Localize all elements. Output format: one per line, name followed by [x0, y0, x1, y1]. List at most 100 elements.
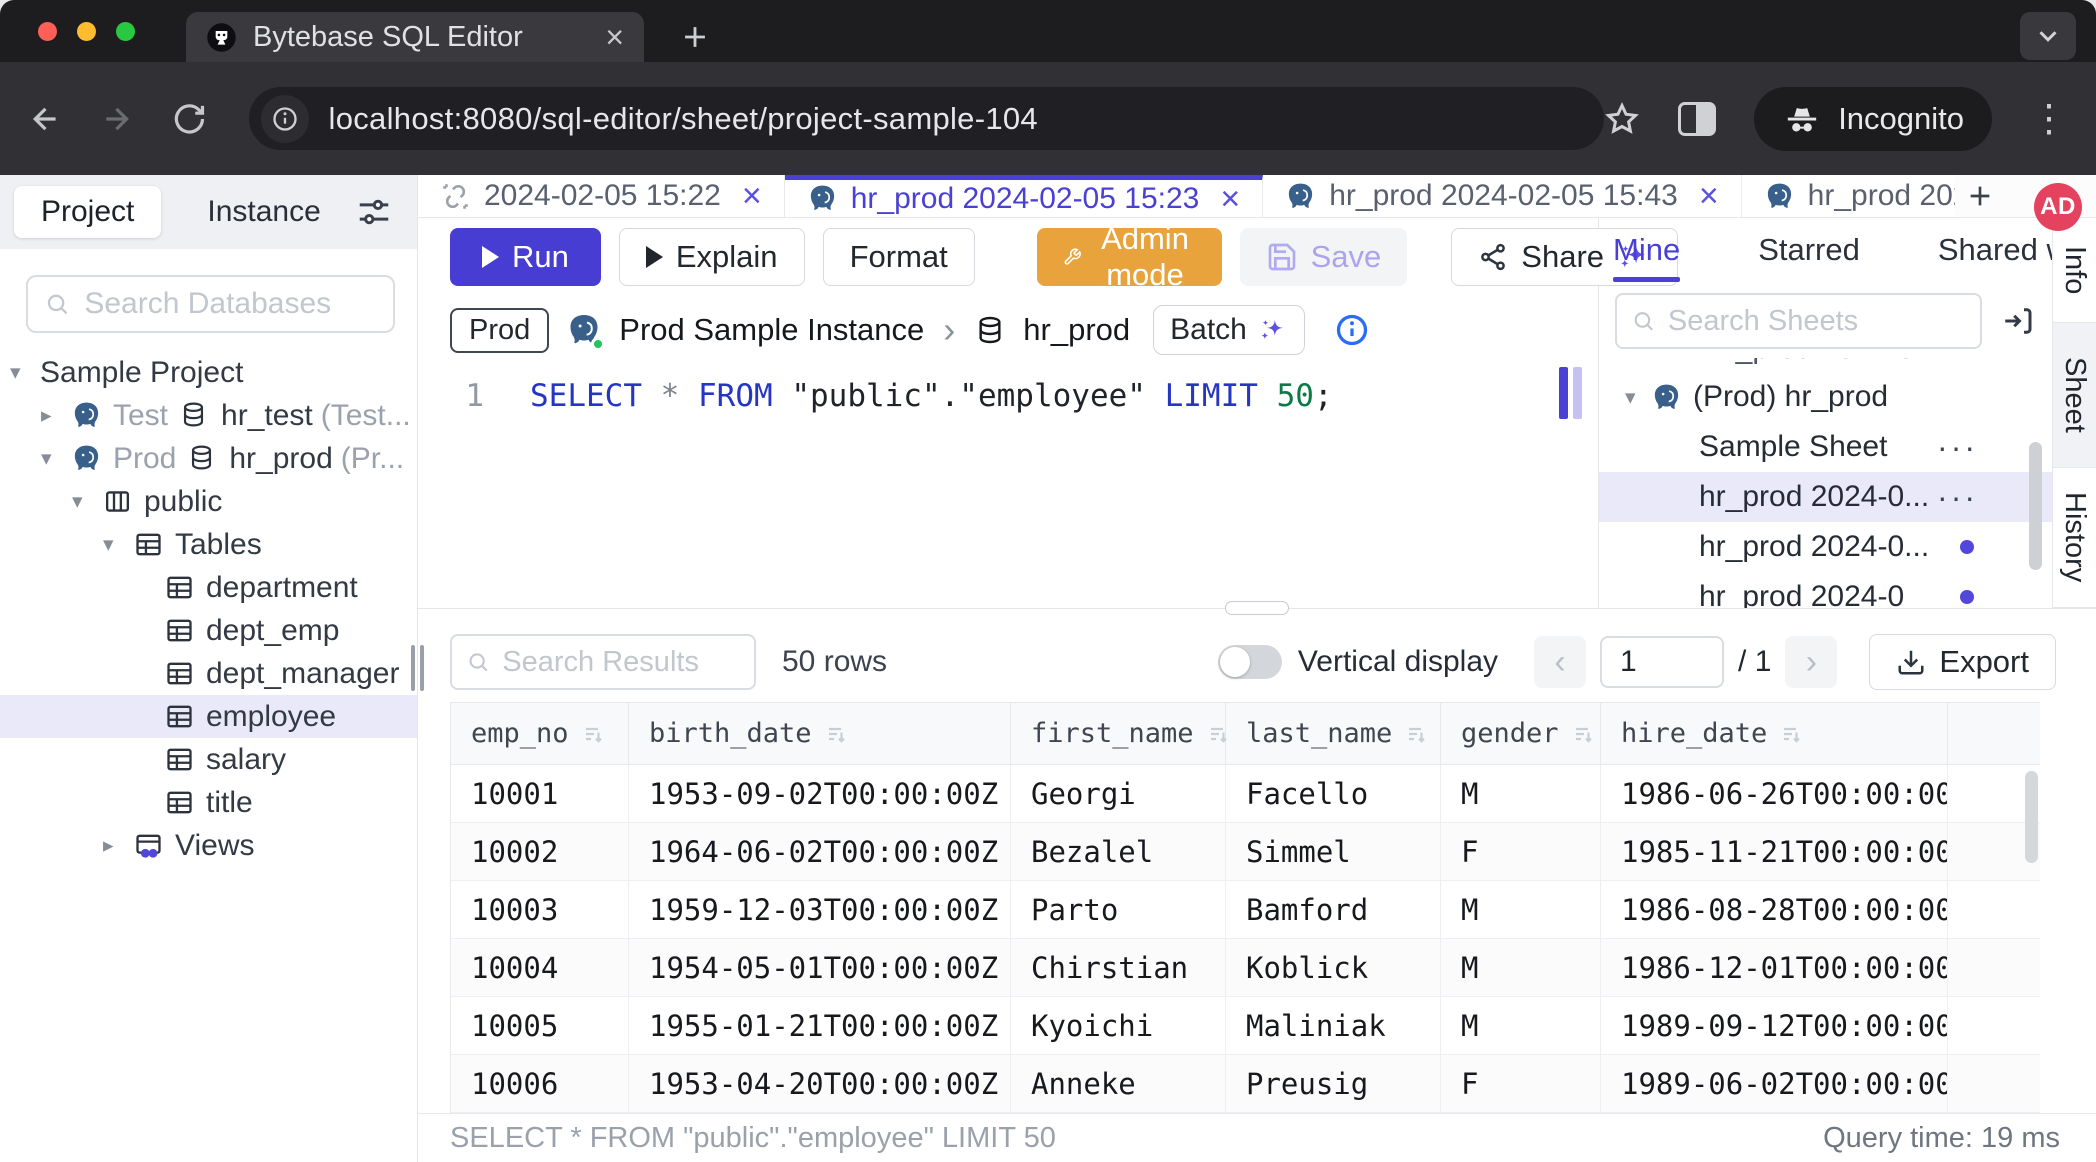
format-button[interactable]: Format [823, 228, 975, 286]
tree-item-department[interactable]: department [0, 566, 417, 609]
caret-down-icon[interactable]: ▾ [1625, 385, 1651, 410]
column-header-first_name[interactable]: first_name [1011, 703, 1226, 764]
cell-emp_no[interactable]: 10001 [451, 765, 629, 822]
sort-icon[interactable] [824, 722, 848, 746]
forward-icon[interactable] [99, 101, 134, 137]
caret-right-icon[interactable]: ▸ [41, 403, 71, 428]
cell-gender[interactable]: F [1441, 1055, 1601, 1112]
close-tab-icon[interactable]: × [1220, 182, 1240, 216]
cell-first_name[interactable]: Kyoichi [1011, 997, 1226, 1054]
cell-emp_no[interactable]: 10004 [451, 939, 629, 996]
editor-tab-3[interactable]: hr_prod 2024-02-05 15:43× [1263, 175, 1741, 217]
bookmark-star-icon[interactable] [1604, 101, 1640, 137]
cell-hire_date[interactable]: 1986-08-28T00:00:00Z [1601, 881, 1948, 938]
database-search-input[interactable] [84, 287, 377, 321]
cell-birth_date[interactable]: 1954-05-01T00:00:00Z [629, 939, 1011, 996]
caret-right-icon[interactable]: ▸ [103, 833, 133, 858]
split-drag-handle[interactable] [1225, 601, 1289, 615]
cell-birth_date[interactable]: 1955-01-21T00:00:00Z [629, 997, 1011, 1054]
cell-first_name[interactable]: Georgi [1011, 765, 1226, 822]
cell-last_name[interactable]: Facello [1226, 765, 1441, 822]
reload-icon[interactable] [172, 101, 207, 137]
close-tab-icon[interactable]: × [1699, 179, 1719, 213]
column-header-last_name[interactable]: last_name [1226, 703, 1441, 764]
tree-item-hr-test[interactable]: ▸Testhr_test(Test... [0, 394, 417, 437]
results-search-input[interactable] [502, 646, 740, 679]
cell-gender[interactable]: M [1441, 765, 1601, 822]
sheet-item-menu-icon[interactable]: ··· [1937, 429, 1978, 466]
page-number-input[interactable] [1600, 636, 1724, 688]
cell-birth_date[interactable]: 1964-06-02T00:00:00Z [629, 823, 1011, 880]
site-info-icon[interactable] [261, 95, 309, 143]
cell-first_name[interactable]: Chirstian [1011, 939, 1226, 996]
cell-last_name[interactable]: Simmel [1226, 823, 1441, 880]
export-button[interactable]: Export [1869, 634, 2056, 690]
sheet-list-scrollbar-thumb[interactable] [2029, 442, 2042, 570]
cell-hire_date[interactable]: 1985-11-21T00:00:00Z [1601, 823, 1948, 880]
side-tab-sheet[interactable]: Sheet [2053, 323, 2096, 468]
sort-icon[interactable] [1404, 722, 1428, 746]
side-tab-info[interactable]: Info [2053, 218, 2096, 323]
cell-hire_date[interactable]: 1986-06-26T00:00:00Z [1601, 765, 1948, 822]
cell-birth_date[interactable]: 1959-12-03T00:00:00Z [629, 881, 1011, 938]
side-panel-icon[interactable] [1678, 102, 1716, 136]
tree-item-title[interactable]: title [0, 781, 417, 824]
cell-emp_no[interactable]: 10002 [451, 823, 629, 880]
tree-item-views[interactable]: ▸Views [0, 824, 417, 867]
window-minimize-button[interactable] [77, 22, 96, 41]
new-sheet-tab-button[interactable] [1955, 175, 2006, 217]
cell-emp_no[interactable]: 10003 [451, 881, 629, 938]
tab-search-chevron-button[interactable] [2020, 12, 2076, 60]
cell-emp_no[interactable]: 10006 [451, 1055, 629, 1112]
tab-project[interactable]: Project [14, 186, 161, 238]
cell-last_name[interactable]: Preusig [1226, 1055, 1441, 1112]
cell-first_name[interactable]: Parto [1011, 881, 1226, 938]
cell-last_name[interactable]: Maliniak [1226, 997, 1441, 1054]
cell-hire_date[interactable]: 1986-12-01T00:00:00Z [1601, 939, 1948, 996]
back-icon[interactable] [28, 101, 63, 137]
caret-down-icon[interactable]: ▾ [103, 532, 133, 557]
cell-emp_no[interactable]: 10005 [451, 997, 629, 1054]
table-row[interactable]: 100051955-01-21T00:00:00ZKyoichiMaliniak… [451, 997, 2040, 1055]
tree-item-hr-prod[interactable]: ▾Prodhr_prod(Pr... [0, 437, 417, 480]
sort-icon[interactable] [1571, 722, 1595, 746]
caret-down-icon[interactable]: ▾ [10, 360, 40, 385]
column-header-emp_no[interactable]: emp_no [451, 703, 629, 764]
table-row[interactable]: 100061953-04-20T00:00:00ZAnnekePreusigF1… [451, 1055, 2040, 1113]
cell-birth_date[interactable]: 1953-09-02T00:00:00Z [629, 765, 1011, 822]
url-text[interactable]: localhost:8080/sql-editor/sheet/project-… [329, 101, 1038, 137]
cell-gender[interactable]: M [1441, 881, 1601, 938]
sheet-tab-mine[interactable]: Mine [1613, 218, 1680, 282]
sheet-tab-shared-w[interactable]: Shared w [1938, 218, 2052, 282]
sort-icon[interactable] [581, 722, 605, 746]
sheet-item-2[interactable]: hr_prod 2024-0...··· [1599, 472, 2052, 522]
table-row[interactable]: 100041954-05-01T00:00:00ZChirstianKoblic… [451, 939, 2040, 997]
column-header-birth_date[interactable]: birth_date [629, 703, 1011, 764]
sheet-item-4[interactable]: hr_prod 2024-0 [1599, 572, 2052, 608]
tree-item-public[interactable]: ▾public [0, 480, 417, 523]
save-button[interactable]: Save [1240, 228, 1408, 286]
caret-down-icon[interactable]: ▾ [72, 489, 102, 514]
tree-item-tables[interactable]: ▾Tables [0, 523, 417, 566]
filter-sliders-icon[interactable] [355, 193, 393, 231]
sheet-tab-starred[interactable]: Starred [1758, 218, 1860, 282]
editor-tab-2[interactable]: hr_prod 2024-02-05 15:23× [785, 175, 1263, 217]
tree-item-sample-project[interactable]: ▾Sample Project [0, 351, 417, 394]
tree-item-salary[interactable]: salary [0, 738, 417, 781]
sort-icon[interactable] [1779, 722, 1803, 746]
cell-gender[interactable]: M [1441, 997, 1601, 1054]
table-row[interactable]: 100011953-09-02T00:00:00ZGeorgiFacelloM1… [451, 765, 2040, 823]
caret-down-icon[interactable]: ▾ [41, 446, 71, 471]
batch-button[interactable]: Batch [1153, 305, 1305, 355]
editor-tab-4[interactable]: hr_prod 2024-0 [1742, 175, 1955, 217]
cell-hire_date[interactable]: 1989-06-02T00:00:00Z [1601, 1055, 1948, 1112]
previous-page-button[interactable]: ‹ [1534, 636, 1586, 688]
browser-menu-icon[interactable]: ⋮ [2030, 100, 2068, 138]
admin-mode-button[interactable]: Admin mode [1037, 228, 1222, 286]
cell-gender[interactable]: M [1441, 939, 1601, 996]
cell-last_name[interactable]: Bamford [1226, 881, 1441, 938]
browser-tab[interactable]: Bytebase SQL Editor × [186, 12, 644, 62]
tree-item-dept-emp[interactable]: dept_emp [0, 609, 417, 652]
editor-tab-1[interactable]: 2024-02-05 15:22× [418, 175, 785, 217]
column-header-gender[interactable]: gender [1441, 703, 1601, 764]
